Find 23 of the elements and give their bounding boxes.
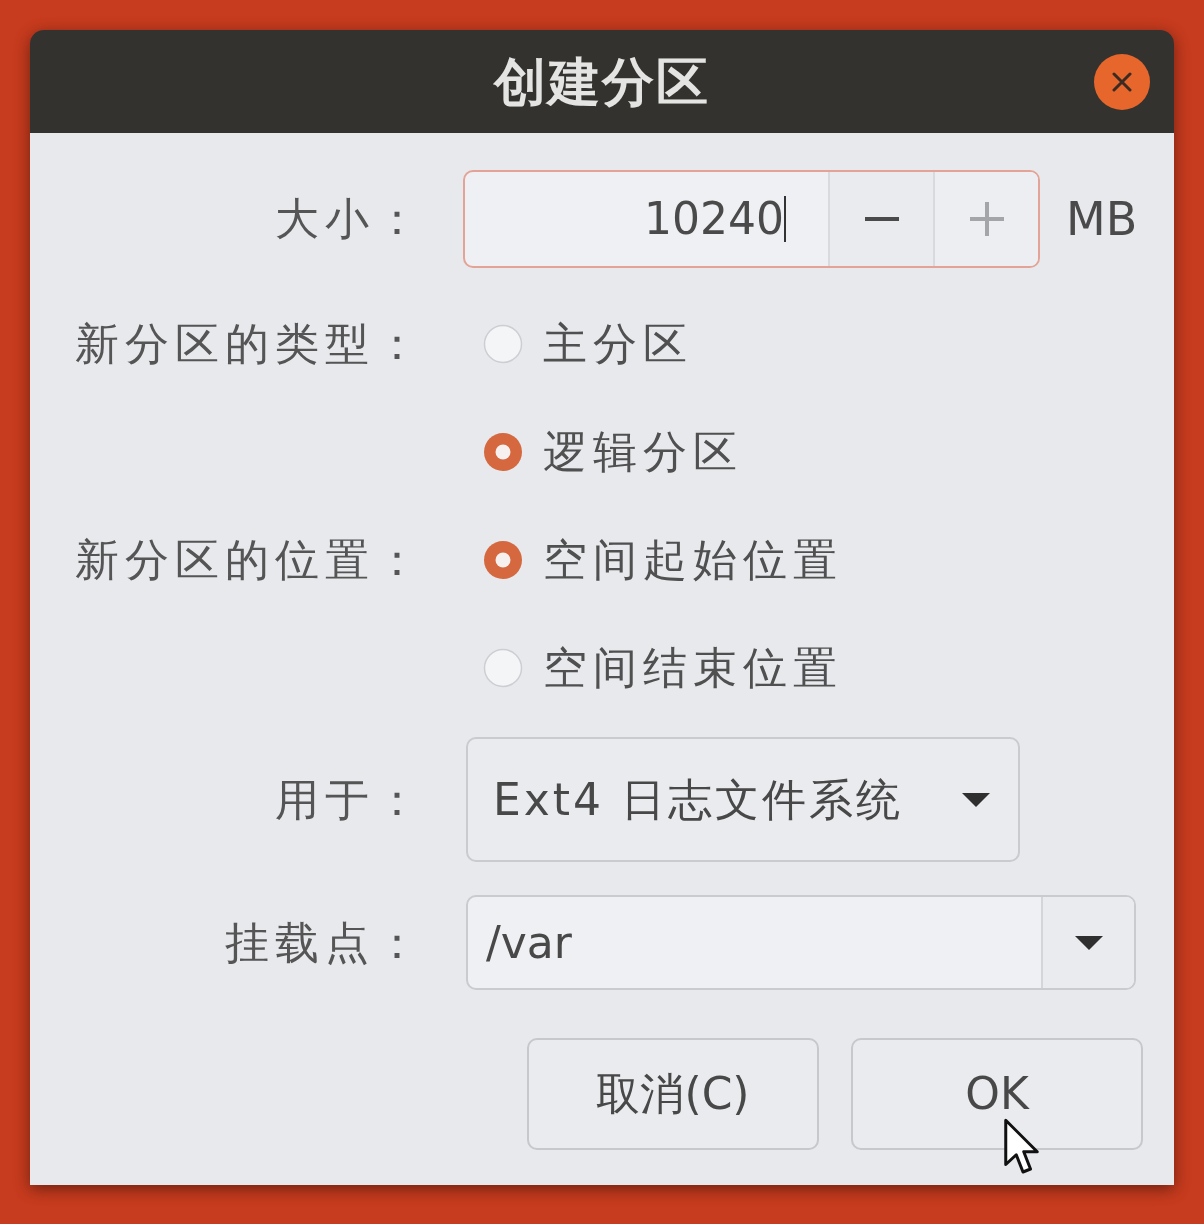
field-label: 挂载点： — [225, 915, 425, 970]
radio-option[interactable]: 空间结束位置 — [483, 614, 843, 722]
radio-option[interactable]: 空间起始位置 — [483, 506, 843, 614]
minus-icon — [864, 217, 899, 221]
caret-icon — [962, 792, 990, 807]
field-label: 新分区的位置： — [75, 533, 425, 587]
radio-option[interactable]: 逻辑分区 — [483, 398, 743, 506]
size-input[interactable]: 10240 — [465, 172, 828, 266]
unit-label: MB — [1066, 190, 1138, 248]
field-label: 新分区的类型： — [75, 317, 425, 371]
close-icon — [1112, 71, 1132, 92]
field-label: 用于： — [275, 772, 425, 827]
text-caret — [784, 196, 786, 242]
field-label: 大小： — [275, 192, 425, 246]
dropdown-button[interactable] — [1041, 897, 1134, 988]
plus-icon — [969, 202, 1004, 236]
window-title: 创建分区 — [494, 50, 710, 114]
dialog-button[interactable]: OK — [851, 1038, 1143, 1150]
caret-icon — [1074, 935, 1103, 950]
radio-option[interactable]: 主分区 — [483, 290, 743, 398]
dialog-button[interactable]: 取消(C) — [527, 1038, 819, 1150]
dropdown-button[interactable]: Ext4 日志文件系统 — [466, 737, 1020, 862]
mount-point-input[interactable]: /var — [468, 897, 1041, 988]
